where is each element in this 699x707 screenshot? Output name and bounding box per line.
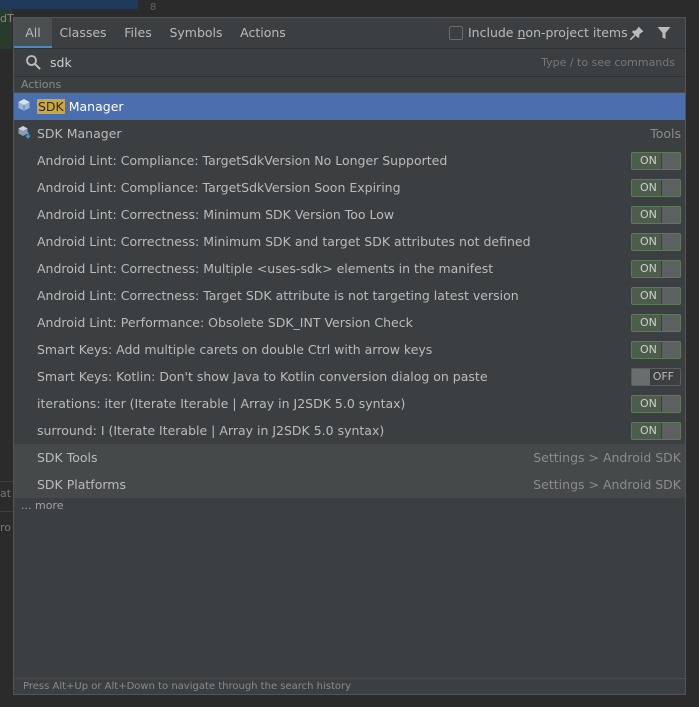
- section-header-actions: Actions: [14, 77, 685, 93]
- option-row[interactable]: Smart Keys: Kotlin: Don't show Java to K…: [14, 363, 685, 390]
- tab-all[interactable]: All: [14, 18, 52, 48]
- backdrop-text: ro: [0, 521, 12, 534]
- filter-icon[interactable]: [656, 25, 672, 41]
- tab-symbols[interactable]: Symbols: [162, 18, 230, 48]
- option-toggle[interactable]: ON: [631, 395, 681, 413]
- backdrop-editor-tab: [0, 0, 138, 9]
- option-toggle[interactable]: ON: [631, 152, 681, 170]
- include-non-project-checkbox[interactable]: [449, 26, 463, 40]
- settings-row[interactable]: SDK Tools Settings > Android SDK: [14, 444, 685, 471]
- option-label: Android Lint: Correctness: Minimum SDK a…: [37, 234, 531, 249]
- search-bar: Type / to see commands: [14, 49, 685, 77]
- option-row[interactable]: surround: I (Iterate Iterable | Array in…: [14, 417, 685, 444]
- settings-path: Settings > Android SDK: [533, 450, 681, 465]
- tab-actions[interactable]: Actions: [230, 18, 296, 48]
- result-category: Tools: [650, 126, 681, 141]
- backdrop-divider: [0, 481, 13, 482]
- option-label: Android Lint: Compliance: TargetSdkVersi…: [37, 153, 448, 168]
- option-label: Android Lint: Compliance: TargetSdkVersi…: [37, 180, 401, 195]
- option-row[interactable]: Android Lint: Correctness: Target SDK at…: [14, 282, 685, 309]
- option-toggle[interactable]: ON: [631, 341, 681, 359]
- option-row[interactable]: Android Lint: Correctness: Multiple <use…: [14, 255, 685, 282]
- option-toggle[interactable]: ON: [631, 179, 681, 197]
- sdk-manager-icon: [18, 99, 30, 111]
- option-row[interactable]: Android Lint: Compliance: TargetSdkVersi…: [14, 147, 685, 174]
- option-row[interactable]: Android Lint: Correctness: Minimum SDK V…: [14, 201, 685, 228]
- backdrop-line-number: 8: [150, 2, 157, 13]
- option-row[interactable]: Android Lint: Compliance: TargetSdkVersi…: [14, 174, 685, 201]
- option-toggle[interactable]: ON: [631, 314, 681, 332]
- option-row[interactable]: iterations: iter (Iterate Iterable | Arr…: [14, 390, 685, 417]
- settings-label: SDK Platforms: [37, 477, 126, 492]
- search-icon: [26, 55, 41, 70]
- result-label: SDK Manager: [37, 99, 124, 114]
- result-row[interactable]: SDK Manager Tools: [14, 120, 685, 147]
- option-label: Smart Keys: Kotlin: Don't show Java to K…: [37, 369, 488, 384]
- status-bar: Press Alt+Up or Alt+Down to navigate thr…: [14, 678, 685, 694]
- option-toggle[interactable]: ON: [631, 287, 681, 305]
- option-label: Android Lint: Correctness: Minimum SDK V…: [37, 207, 395, 222]
- search-hint: Type / to see commands: [541, 56, 675, 69]
- backdrop-text: dT: [0, 12, 14, 25]
- search-input[interactable]: [50, 52, 450, 72]
- option-toggle[interactable]: OFF: [631, 368, 681, 386]
- option-toggle[interactable]: ON: [631, 206, 681, 224]
- option-label: iterations: iter (Iterate Iterable | Arr…: [37, 396, 406, 411]
- search-everywhere-popup: All Classes Files Symbols Actions Includ…: [13, 17, 686, 695]
- option-label: Android Lint: Correctness: Multiple <use…: [37, 261, 494, 276]
- more-link[interactable]: ... more: [21, 499, 63, 512]
- option-toggle[interactable]: ON: [631, 233, 681, 251]
- option-label: surround: I (Iterate Iterable | Array in…: [37, 423, 385, 438]
- option-label: Android Lint: Correctness: Target SDK at…: [37, 288, 519, 303]
- backdrop-divider: [0, 511, 13, 512]
- option-label: Smart Keys: Add multiple carets on doubl…: [37, 342, 433, 357]
- backdrop-text: at: [0, 487, 12, 500]
- pin-icon[interactable]: [629, 25, 645, 41]
- option-row[interactable]: Android Lint: Correctness: Minimum SDK a…: [14, 228, 685, 255]
- result-row-selected[interactable]: SDK Manager: [14, 93, 685, 120]
- option-row[interactable]: Smart Keys: Add multiple carets on doubl…: [14, 336, 685, 363]
- tab-bar: All Classes Files Symbols Actions Includ…: [14, 18, 685, 49]
- tab-files[interactable]: Files: [114, 18, 162, 48]
- include-non-project-label[interactable]: Include non-project items: [468, 18, 628, 48]
- tab-classes[interactable]: Classes: [52, 18, 114, 48]
- option-row[interactable]: Android Lint: Performance: Obsolete SDK_…: [14, 309, 685, 336]
- option-toggle[interactable]: ON: [631, 260, 681, 278]
- settings-row[interactable]: SDK Platforms Settings > Android SDK: [14, 471, 685, 498]
- option-label: Android Lint: Performance: Obsolete SDK_…: [37, 315, 413, 330]
- settings-label: SDK Tools: [37, 450, 98, 465]
- sdk-manager-download-icon: [18, 126, 31, 139]
- match-highlight: SDK: [37, 99, 65, 114]
- settings-path: Settings > Android SDK: [533, 477, 681, 492]
- option-toggle[interactable]: ON: [631, 422, 681, 440]
- result-label: SDK Manager: [37, 126, 122, 141]
